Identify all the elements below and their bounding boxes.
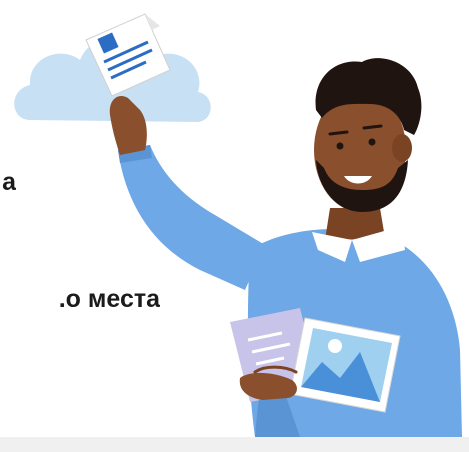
onboarding-panel: а о места. [0,0,469,437]
footer-strip [0,437,469,452]
person-illustration [14,13,462,437]
